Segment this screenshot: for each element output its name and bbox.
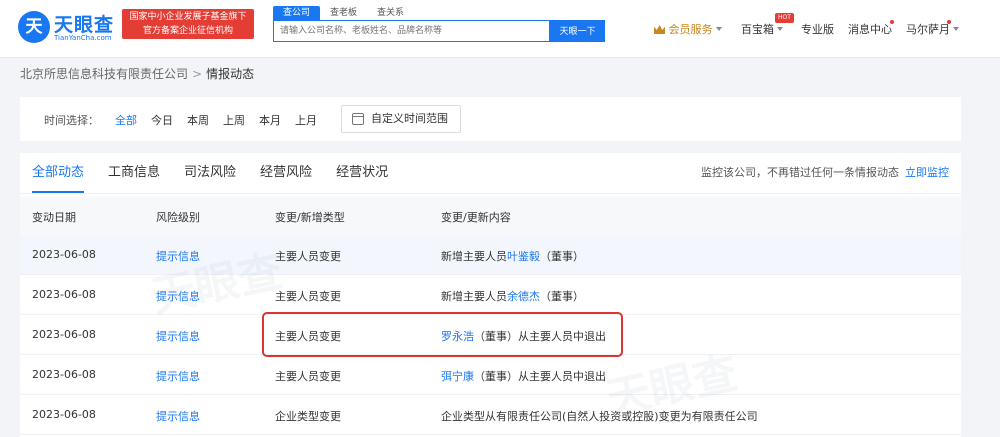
breadcrumb-current: 情报动态 xyxy=(206,67,255,81)
content-suffix: （董事）从主要人员中退出 xyxy=(474,330,606,343)
header-change-content: 变更/更新内容 xyxy=(441,211,511,224)
pro-version-link[interactable]: 专业版 xyxy=(801,21,834,39)
treasure-box-label: 百宝箱 xyxy=(741,23,774,36)
person-link[interactable]: 余德杰 xyxy=(507,290,540,303)
row-risk[interactable]: 提示信息 xyxy=(156,408,200,424)
row-type: 企业类型变更 xyxy=(275,410,341,423)
search-tab-boss[interactable]: 查老板 xyxy=(320,6,367,20)
content-suffix: （董事） xyxy=(540,290,584,303)
time-option-this-month[interactable]: 本月 xyxy=(259,112,281,128)
breadcrumb-company[interactable]: 北京所思信息科技有限责任公司 xyxy=(20,67,188,81)
row-type: 主要人员变更 xyxy=(275,330,341,343)
row-date: 2023-06-08 xyxy=(32,248,96,261)
row-type: 主要人员变更 xyxy=(275,250,341,263)
row-content: 新增主要人员叶鉴毅（董事） xyxy=(441,248,584,264)
chevron-down-icon xyxy=(777,27,783,31)
crown-icon xyxy=(654,25,665,34)
row-content: 企业类型从有限责任公司(自然人投资或控股)变更为有限责任公司 xyxy=(441,408,758,424)
message-center-link[interactable]: 消息中心 xyxy=(848,21,892,39)
hot-badge: HOT xyxy=(775,13,794,23)
row-type: 主要人员变更 xyxy=(275,290,341,303)
chevron-down-icon xyxy=(953,27,959,31)
logo-text: 天眼查 xyxy=(54,14,115,36)
news-panel: 全部动态 工商信息 司法风险 经营风险 经营状况 监控该公司，不再错过任何一条情… xyxy=(20,153,961,437)
time-option-today[interactable]: 今日 xyxy=(151,112,173,128)
table-row: 2023-06-08 提示信息 主要人员变更 新增主要人员余德杰（董事） xyxy=(20,275,961,315)
row-risk[interactable]: 提示信息 xyxy=(156,368,200,384)
logo-domain: TianYanCha.com xyxy=(54,34,112,42)
content-prefix: 企业类型从有限责任公司(自然人投资或控股)变更为有限责任公司 xyxy=(441,410,758,423)
user-menu[interactable]: 马尔萨月 xyxy=(906,21,959,39)
row-risk[interactable]: 提示信息 xyxy=(156,248,200,264)
gov-badge-line2: 官方备案企业征信机构 xyxy=(142,26,233,36)
content-prefix: 新增主要人员 xyxy=(441,290,507,303)
logo-eye-icon: 天 xyxy=(18,11,50,43)
header-risk-level: 风险级别 xyxy=(156,211,200,224)
monitor-now-link[interactable]: 立即监控 xyxy=(905,166,949,179)
content-suffix: （董事）从主要人员中退出 xyxy=(474,370,606,383)
gov-badge-line1: 国家中小企业发展子基金旗下 xyxy=(129,12,247,22)
time-option-all[interactable]: 全部 xyxy=(115,112,137,128)
user-name: 马尔萨月 xyxy=(906,23,950,36)
search-tabs: 查公司 查老板 查关系 xyxy=(273,6,414,20)
person-link[interactable]: 叶鉴毅 xyxy=(507,250,540,263)
search-tab-relation[interactable]: 查关系 xyxy=(367,6,414,20)
header-change-date: 变动日期 xyxy=(32,211,76,224)
search-button[interactable]: 天眼一下 xyxy=(550,20,605,42)
time-filter-label: 时间选择： xyxy=(44,114,99,127)
header-change-type: 变更/新增类型 xyxy=(275,211,345,224)
person-link[interactable]: 罗永浩 xyxy=(441,330,474,343)
tianyancha-logo[interactable]: 天 天眼查 TianYanCha.com xyxy=(18,9,118,47)
row-type: 主要人员变更 xyxy=(275,370,341,383)
user-dot xyxy=(947,20,951,24)
time-option-this-week[interactable]: 本周 xyxy=(187,112,209,128)
tab-operation-status[interactable]: 经营状况 xyxy=(336,153,388,193)
tab-judicial-risk[interactable]: 司法风险 xyxy=(184,153,236,193)
search-input[interactable] xyxy=(273,20,550,42)
row-content: 新增主要人员余德杰（董事） xyxy=(441,288,584,304)
table-row: 2023-06-08 提示信息 主要人员变更 罗永浩（董事）从主要人员中退出 xyxy=(20,315,961,355)
row-date: 2023-06-08 xyxy=(32,368,96,381)
time-option-last-month[interactable]: 上月 xyxy=(295,112,317,128)
breadcrumb-separator: > xyxy=(192,67,203,81)
custom-range-button[interactable]: 自定义时间范围 xyxy=(341,105,461,133)
breadcrumb: 北京所思信息科技有限责任公司 > 情报动态 xyxy=(20,66,254,82)
table-row: 2023-06-08 提示信息 企业类型变更 企业类型从有限责任公司(自然人投资… xyxy=(20,395,961,435)
time-filter-bar: 时间选择： 全部 今日 本周 上周 本月 上月 自定义时间范围 xyxy=(20,97,961,141)
row-date: 2023-06-08 xyxy=(32,408,96,421)
monitor-tip: 监控该公司，不再错过任何一条情报动态 立即监控 xyxy=(701,165,949,181)
custom-range-label: 自定义时间范围 xyxy=(371,112,448,125)
calendar-icon xyxy=(352,113,364,125)
chevron-down-icon xyxy=(715,27,722,31)
row-content: 罗永浩（董事）从主要人员中退出 xyxy=(441,328,606,344)
tab-business-info[interactable]: 工商信息 xyxy=(108,153,160,193)
gov-badge: 国家中小企业发展子基金旗下 官方备案企业征信机构 xyxy=(122,9,254,39)
tab-operation-risk[interactable]: 经营风险 xyxy=(260,153,312,193)
member-service-label: 会员服务 xyxy=(668,23,713,36)
treasure-box-link[interactable]: 百宝箱 xyxy=(741,21,783,39)
tab-all-news[interactable]: 全部动态 xyxy=(32,153,85,193)
row-risk[interactable]: 提示信息 xyxy=(156,288,200,304)
monitor-tip-text: 监控该公司，不再错过任何一条情报动态 xyxy=(701,166,899,179)
time-option-last-week[interactable]: 上周 xyxy=(223,112,245,128)
person-link[interactable]: 弭宁康 xyxy=(441,370,474,383)
top-header: 天 天眼查 TianYanCha.com 国家中小企业发展子基金旗下 官方备案企… xyxy=(0,0,1000,58)
content-suffix: （董事） xyxy=(540,250,584,263)
tabs-divider xyxy=(20,193,961,194)
row-risk[interactable]: 提示信息 xyxy=(156,328,200,344)
table-row: 2023-06-08 提示信息 主要人员变更 新增主要人员叶鉴毅（董事） xyxy=(20,235,961,275)
row-date: 2023-06-08 xyxy=(32,328,96,341)
category-tabs: 全部动态 工商信息 司法风险 经营风险 经营状况 xyxy=(32,153,412,193)
row-date: 2023-06-08 xyxy=(32,288,96,301)
content-prefix: 新增主要人员 xyxy=(441,250,507,263)
table-header: 变动日期 风险级别 变更/新增类型 变更/更新内容 xyxy=(20,197,961,235)
row-content: 弭宁康（董事）从主要人员中退出 xyxy=(441,368,606,384)
search-tab-company[interactable]: 查公司 xyxy=(273,6,321,20)
member-service-link[interactable]: 会员服务 xyxy=(654,21,722,39)
message-dot xyxy=(890,20,894,24)
table-row: 2023-06-08 提示信息 主要人员变更 弭宁康（董事）从主要人员中退出 xyxy=(20,355,961,395)
